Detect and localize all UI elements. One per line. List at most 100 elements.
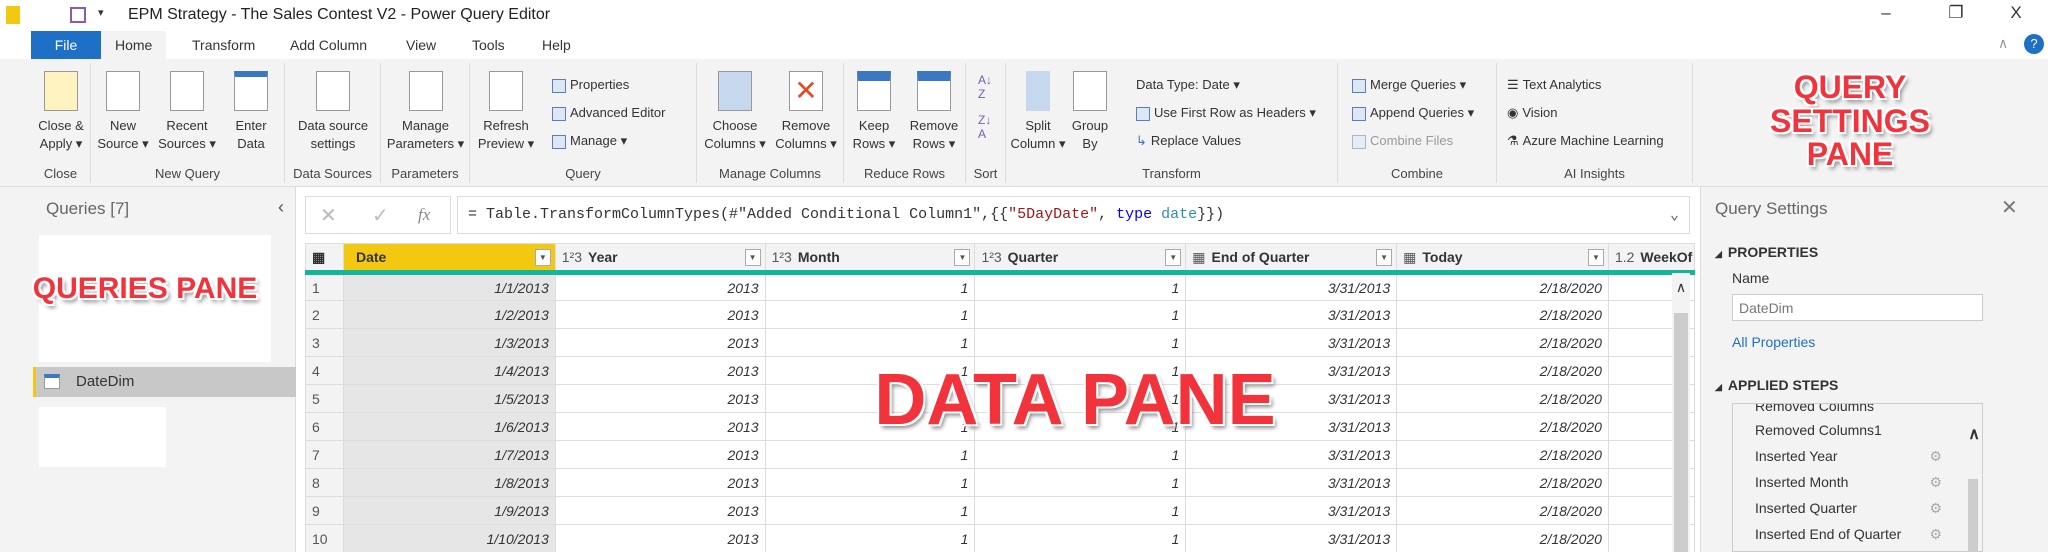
step-item[interactable]: Inserted End of Quarter (1755, 526, 1901, 542)
column-header-date[interactable]: Date ▼ (342, 243, 556, 275)
collapse-ribbon-icon[interactable]: ∧ (1998, 35, 2008, 52)
keep-rows-button[interactable]: Keep Rows ▾ (846, 71, 902, 153)
step-item[interactable]: Inserted Year (1755, 448, 1838, 464)
recent-sources-button[interactable]: Recent Sources ▾ (155, 71, 219, 153)
column-header-month[interactable]: 1²3 Month ▼ (764, 243, 976, 275)
properties-button[interactable]: Properties (552, 77, 629, 93)
close-button[interactable]: X (1996, 3, 2036, 23)
commit-icon[interactable]: ✓ (372, 203, 389, 228)
manage-button[interactable]: Manage ▾ (552, 133, 627, 149)
remove-columns-button[interactable]: ✕ Remove Columns ▾ (771, 71, 841, 153)
tab-tools[interactable]: Tools (458, 31, 519, 59)
restore-button[interactable]: ❐ (1936, 3, 1976, 23)
row-number[interactable]: 7 (305, 440, 344, 469)
query-item-datedim[interactable]: DateDim (33, 367, 296, 397)
column-dropdown-icon[interactable]: ▼ (1165, 249, 1182, 266)
properties-heading[interactable]: ◢ PROPERTIES (1715, 244, 1818, 260)
tab-file[interactable]: File (31, 31, 101, 59)
minimize-button[interactable]: – (1866, 3, 1906, 23)
column-dropdown-icon[interactable]: ▼ (534, 249, 551, 266)
new-source-button[interactable]: New Source ▾ (93, 71, 153, 153)
vision-button[interactable]: ◉ Vision (1507, 105, 1558, 121)
table-cell: 3/31/2013 (1185, 300, 1398, 329)
steps-scrollbar-thumb[interactable] (1968, 479, 1978, 551)
gear-icon[interactable]: ⚙ (1929, 448, 1942, 465)
column-dropdown-icon[interactable]: ▼ (1376, 249, 1393, 266)
column-name: End of Quarter (1211, 248, 1310, 265)
close-settings-icon[interactable]: ✕ (2001, 195, 2018, 220)
advanced-editor-button[interactable]: Advanced Editor (552, 105, 665, 121)
scroll-up-icon[interactable]: ∧ (1672, 273, 1690, 296)
collapse-queries-icon[interactable]: ‹ (278, 197, 284, 218)
replace-values-button[interactable]: ↳ Replace Values (1136, 133, 1241, 149)
gear-icon[interactable]: ⚙ (1929, 500, 1942, 517)
sort-ascending-icon[interactable]: A↓ Z (978, 73, 992, 101)
tab-help[interactable]: Help (528, 31, 585, 59)
close-apply-button[interactable]: Close & Apply ▾ (31, 71, 91, 153)
formula-text: }}) (1197, 206, 1225, 223)
cancel-icon[interactable]: ✕ (320, 203, 337, 228)
scroll-up-icon[interactable]: ∧ (1968, 424, 1980, 444)
data-type-dropdown[interactable]: Data Type: Date ▾ (1136, 77, 1240, 93)
vertical-scrollbar[interactable]: ∧ (1672, 273, 1690, 552)
row-number[interactable]: 1 (305, 272, 344, 301)
sort-descending-icon[interactable]: Z↓ A (978, 113, 991, 141)
scrollbar-thumb[interactable] (1674, 313, 1688, 552)
row-number[interactable]: 5 (305, 384, 344, 413)
name-input[interactable]: DateDim (1732, 294, 1983, 321)
formula-keyword: type (1116, 206, 1153, 223)
step-item[interactable]: Removed Columns1 (1755, 422, 1882, 438)
table-menu-icon[interactable]: ▦ (305, 243, 344, 275)
applied-steps-heading[interactable]: ◢ APPLIED STEPS (1715, 377, 1838, 393)
row-number[interactable]: 8 (305, 468, 344, 497)
row-number[interactable]: 6 (305, 412, 344, 441)
column-header-end-of-quarter[interactable]: ▦ End of Quarter ▼ (1185, 243, 1398, 275)
step-item[interactable]: Removed Columns (1755, 404, 1874, 414)
refresh-preview-button[interactable]: Refresh Preview ▾ (476, 71, 536, 153)
step-item[interactable]: Inserted Month (1755, 474, 1848, 490)
column-dropdown-icon[interactable]: ▼ (954, 249, 971, 266)
row-number[interactable]: 10 (305, 524, 344, 552)
merge-queries-button[interactable]: Merge Queries ▾ (1352, 77, 1466, 93)
group-label: Close (43, 166, 78, 181)
column-dropdown-icon[interactable]: ▼ (1587, 249, 1604, 266)
group-by-button[interactable]: Group By (1068, 71, 1112, 153)
use-first-row-headers-button[interactable]: Use First Row as Headers ▾ (1136, 105, 1316, 121)
group-close: Close & Apply ▾ Close (31, 63, 91, 183)
recent-sources-icon (170, 71, 204, 111)
column-dropdown-icon[interactable]: ▼ (744, 249, 761, 266)
help-icon[interactable]: ? (2024, 34, 2044, 54)
expand-formula-icon[interactable]: ⌄ (1670, 205, 1679, 224)
row-number[interactable]: 3 (305, 328, 344, 357)
fx-icon[interactable]: fx (418, 205, 430, 225)
split-column-button[interactable]: Split Column ▾ (1008, 71, 1068, 153)
quick-access-dropdown-icon[interactable]: ▾ (98, 6, 104, 19)
column-header-year[interactable]: 1²3 Year ▼ (554, 243, 766, 275)
tab-transform[interactable]: Transform (178, 31, 269, 59)
column-header-quarter[interactable]: 1²3 Quarter ▼ (974, 243, 1187, 275)
gear-icon[interactable]: ⚙ (1929, 526, 1942, 543)
enter-data-button[interactable]: Enter Data (221, 71, 281, 153)
manage-parameters-button[interactable]: Manage Parameters ▾ (381, 71, 470, 153)
row-number[interactable]: 2 (305, 300, 344, 329)
text-analytics-button[interactable]: ☰ Text Analytics (1507, 77, 1601, 93)
tab-view[interactable]: View (392, 31, 450, 59)
group-label: Combine (1390, 166, 1444, 181)
remove-rows-button[interactable]: Remove Rows ▾ (904, 71, 964, 153)
append-queries-button[interactable]: Append Queries ▾ (1352, 105, 1474, 121)
data-source-settings-button[interactable]: Data source settings (285, 71, 381, 153)
row-number[interactable]: 4 (305, 356, 344, 385)
label: Azure Machine Learning (1522, 133, 1664, 148)
step-item[interactable]: Inserted Quarter (1755, 500, 1857, 516)
all-properties-link[interactable]: All Properties (1732, 334, 1815, 350)
column-header-today[interactable]: ▦ Today ▼ (1396, 243, 1609, 275)
formula-input[interactable]: = Table.TransformColumnTypes(#"Added Con… (457, 196, 1690, 234)
gear-icon[interactable]: ⚙ (1929, 474, 1942, 491)
column-header-weekof[interactable]: 1.2 WeekOf (1607, 243, 1695, 275)
row-number[interactable]: 9 (305, 496, 344, 525)
azure-ml-button[interactable]: ⚗ Azure Machine Learning (1507, 133, 1664, 149)
tab-home[interactable]: Home (101, 31, 167, 59)
choose-columns-button[interactable]: Choose Columns ▾ (701, 71, 769, 153)
save-icon[interactable] (70, 7, 86, 23)
tab-add-column[interactable]: Add Column (276, 31, 381, 59)
